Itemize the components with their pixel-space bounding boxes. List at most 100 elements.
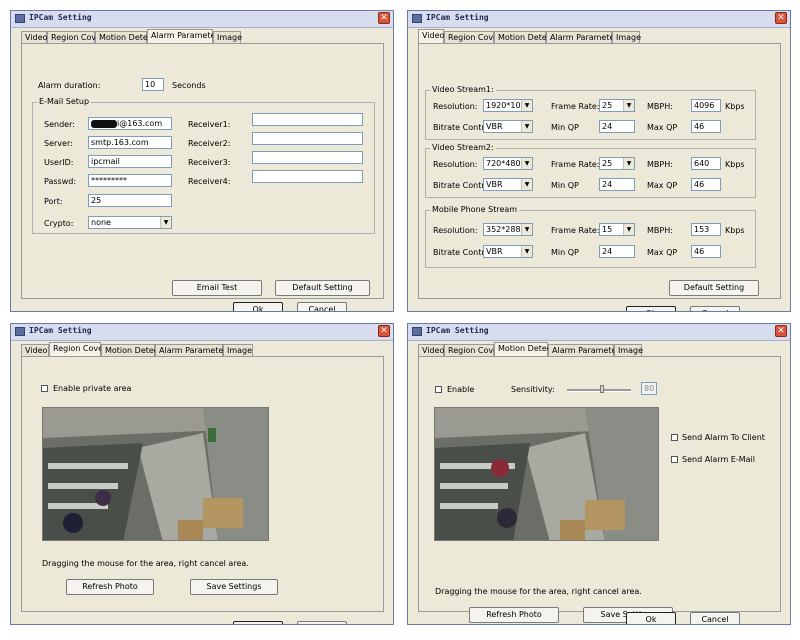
- chevron-down-icon: ▼: [521, 100, 532, 111]
- tab-region-cover[interactable]: Region Cover: [444, 344, 501, 356]
- tab-alarm-parameters[interactable]: Alarm Parameters: [155, 344, 231, 356]
- video-stream2-legend: Video Stream2:: [430, 143, 496, 152]
- default-setting-button[interactable]: Default Setting: [669, 280, 759, 296]
- camera-app-icon: [412, 14, 422, 23]
- min-qp-input[interactable]: 24: [599, 178, 635, 191]
- camera-preview-image[interactable]: [42, 407, 269, 541]
- ok-button[interactable]: Ok: [233, 621, 283, 624]
- default-setting-button[interactable]: Default Setting: [275, 280, 370, 296]
- sender-input[interactable]: i@163.com: [88, 117, 172, 130]
- refresh-photo-button[interactable]: Refresh Photo: [469, 607, 559, 623]
- server-input[interactable]: smtp.163.com: [88, 136, 172, 149]
- ok-button[interactable]: Ok: [626, 612, 676, 624]
- resolution-select[interactable]: 1920*1080 ▼: [483, 99, 533, 112]
- userid-input[interactable]: ipcmail: [88, 155, 172, 168]
- tab-region-cover[interactable]: Region Cover: [444, 31, 501, 43]
- tab-motion-detect[interactable]: Motion Detect: [494, 342, 554, 356]
- close-button[interactable]: ✕: [378, 325, 390, 337]
- alarm-panel: Alarm duration: 10 Seconds E-Mail Setup …: [21, 43, 384, 299]
- receiver2-input[interactable]: [252, 132, 363, 145]
- alarm-duration-label: Alarm duration:: [38, 81, 101, 90]
- camera-preview-image[interactable]: [434, 407, 659, 541]
- server-label: Server:: [44, 139, 73, 148]
- send-alarm-email-checkbox[interactable]: [671, 456, 678, 463]
- mobile-stream-legend: Mobile Phone Stream: [430, 205, 520, 214]
- resolution-select[interactable]: 720*480 ▼: [483, 157, 533, 170]
- tab-region-cover[interactable]: Region Cover: [47, 31, 104, 43]
- tab-motion-detect[interactable]: Motion Detect: [95, 31, 155, 43]
- send-alarm-client-label: Send Alarm To Client: [682, 433, 765, 442]
- factory-scene-illustration: [43, 408, 268, 540]
- sensitivity-slider-track[interactable]: [567, 389, 631, 392]
- bitrate-select[interactable]: VBR ▼: [483, 120, 533, 133]
- chevron-down-icon: ▼: [521, 246, 532, 257]
- max-qp-input[interactable]: 46: [691, 245, 721, 258]
- receiver4-input[interactable]: [252, 170, 363, 183]
- receiver4-label: Receiver4:: [188, 177, 231, 186]
- ok-button[interactable]: Ok: [233, 302, 283, 311]
- tab-image[interactable]: Image: [213, 31, 242, 43]
- close-button[interactable]: ✕: [378, 12, 390, 24]
- tab-alarm-parameters[interactable]: Alarm Parameters: [147, 29, 223, 43]
- frame-rate-select[interactable]: 25 ▼: [599, 99, 635, 112]
- receiver3-label: Receiver3:: [188, 158, 231, 167]
- tab-alarm-parameters[interactable]: Alarm Parameters: [546, 31, 622, 43]
- mbph-input[interactable]: 153: [691, 223, 721, 236]
- tab-image[interactable]: Image: [614, 344, 643, 356]
- frame-rate-select[interactable]: 25 ▼: [599, 157, 635, 170]
- tab-region-cover[interactable]: Region Cover: [49, 342, 106, 356]
- chevron-down-icon: ▼: [623, 224, 634, 235]
- resolution-label: Resolution:: [433, 160, 478, 169]
- send-alarm-client-checkbox[interactable]: [671, 434, 678, 441]
- window-title: IPCam Setting: [29, 13, 92, 22]
- tab-alarm-parameters[interactable]: Alarm Parameters: [548, 344, 624, 356]
- resolution-select[interactable]: 352*288 ▼: [483, 223, 533, 236]
- min-qp-input[interactable]: 24: [599, 245, 635, 258]
- port-input[interactable]: 25: [88, 194, 172, 207]
- mbph-input[interactable]: 4096: [691, 99, 721, 112]
- tab-video[interactable]: Video: [418, 29, 444, 43]
- frame-rate-label: Frame Rate:: [551, 160, 600, 169]
- receiver3-input[interactable]: [252, 151, 363, 164]
- cancel-button[interactable]: Cancel: [297, 621, 347, 624]
- email-setup-legend: E-Mail Setup: [37, 97, 92, 106]
- bitrate-select[interactable]: VBR ▼: [483, 178, 533, 191]
- max-qp-input[interactable]: 46: [691, 178, 721, 191]
- sensitivity-value-field[interactable]: 80: [641, 382, 657, 395]
- refresh-photo-button[interactable]: Refresh Photo: [66, 579, 154, 595]
- receiver1-input[interactable]: [252, 113, 363, 126]
- chevron-down-icon: ▼: [521, 158, 532, 169]
- mbph-input[interactable]: 640: [691, 157, 721, 170]
- title-bar: IPCam Setting ✕: [11, 11, 393, 28]
- window-video: IPCam Setting ✕ Video Region Cover Motio…: [407, 10, 791, 312]
- video-stream1-legend: Video Stream1:: [430, 85, 496, 94]
- tab-motion-detect[interactable]: Motion Detect: [494, 31, 554, 43]
- email-test-button[interactable]: Email Test: [172, 280, 262, 296]
- frame-rate-select[interactable]: 15 ▼: [599, 223, 635, 236]
- bitrate-select[interactable]: VBR ▼: [483, 245, 533, 258]
- enable-motion-checkbox[interactable]: [435, 386, 442, 393]
- alarm-duration-input[interactable]: 10: [142, 78, 164, 91]
- cancel-button[interactable]: Cancel: [690, 306, 740, 311]
- receiver1-label: Receiver1:: [188, 120, 231, 129]
- cancel-button[interactable]: Cancel: [690, 612, 740, 624]
- max-qp-label: Max QP: [647, 181, 678, 190]
- save-settings-button[interactable]: Save Settings: [190, 579, 278, 595]
- max-qp-input[interactable]: 46: [691, 120, 721, 133]
- tab-image[interactable]: Image: [223, 344, 253, 356]
- sensitivity-slider-thumb[interactable]: [600, 385, 605, 393]
- crypto-label: Crypto:: [44, 219, 74, 228]
- close-button[interactable]: ✕: [775, 325, 787, 337]
- close-button[interactable]: ✕: [775, 12, 787, 24]
- passwd-input[interactable]: *********: [88, 174, 172, 187]
- ok-button[interactable]: Ok: [626, 306, 676, 311]
- tab-video[interactable]: Video: [418, 344, 444, 356]
- tab-video[interactable]: Video: [21, 344, 49, 356]
- tab-motion-detect[interactable]: Motion Detect: [101, 344, 161, 356]
- tab-image[interactable]: Image: [612, 31, 641, 43]
- tab-video[interactable]: Video: [21, 31, 47, 43]
- cancel-button[interactable]: Cancel: [297, 302, 347, 311]
- min-qp-input[interactable]: 24: [599, 120, 635, 133]
- crypto-select[interactable]: none ▼: [88, 216, 172, 229]
- enable-private-area-checkbox[interactable]: [41, 385, 48, 392]
